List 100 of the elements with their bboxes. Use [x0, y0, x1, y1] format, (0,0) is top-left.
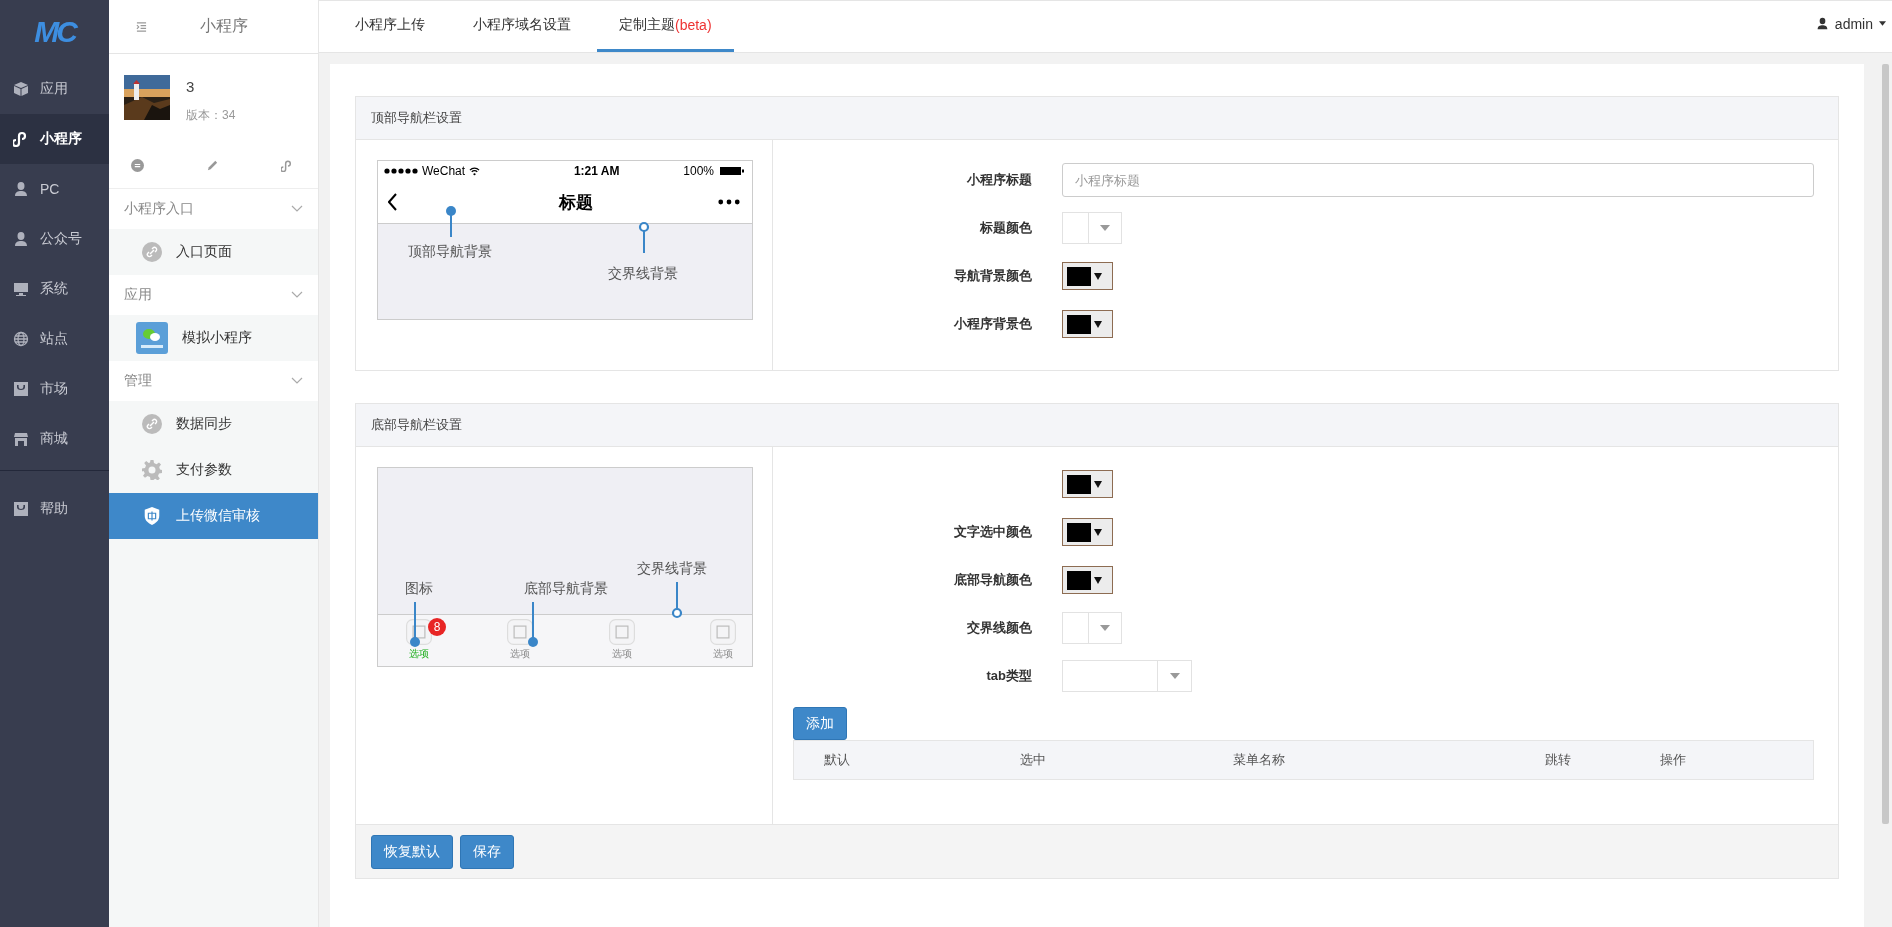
- battery-percent: 100%: [683, 164, 714, 178]
- nav-item[interactable]: 商城: [0, 414, 109, 464]
- sidebar-title: 小程序: [200, 16, 248, 36]
- caret-icon: [1100, 225, 1110, 231]
- leader-line: [409, 602, 421, 648]
- app-version: 版本：34: [186, 107, 236, 124]
- column-header: 菜单名称: [1233, 751, 1286, 769]
- tab-label[interactable]: 选项: [611, 647, 632, 661]
- caret-icon: [1094, 272, 1102, 280]
- action-button[interactable]: 恢复默认: [371, 834, 453, 869]
- cube-icon: [13, 81, 29, 97]
- nav-item[interactable]: 帮助: [0, 484, 109, 534]
- link-icon[interactable]: [281, 159, 294, 172]
- color-picker[interactable]: [1062, 566, 1113, 594]
- nav-item[interactable]: 小程序: [0, 114, 109, 164]
- menu-icon[interactable]: [136, 21, 147, 32]
- leader-line: [445, 205, 457, 237]
- color-picker[interactable]: [1062, 470, 1113, 498]
- link-icon: [142, 242, 162, 262]
- nav-item[interactable]: PC: [0, 164, 109, 214]
- shield-icon: [142, 506, 162, 526]
- bag-icon: [13, 501, 29, 517]
- caret-icon: [1879, 21, 1886, 26]
- field-label: 导航背景颜色: [953, 267, 1033, 285]
- field-label: tab类型: [985, 667, 1033, 685]
- input-field[interactable]: 小程序标题: [1062, 163, 1814, 197]
- list-icon[interactable]: [131, 159, 144, 172]
- caret-icon: [1169, 673, 1180, 679]
- sidebar-item[interactable]: 入口页面: [109, 229, 318, 275]
- caret-icon: [1094, 576, 1102, 584]
- nav-item[interactable]: 公众号: [0, 214, 109, 264]
- tab-icon: [507, 619, 534, 645]
- color-picker[interactable]: [1062, 310, 1113, 338]
- sidebar-item[interactable]: 模拟小程序: [109, 315, 318, 361]
- battery-icon: [720, 166, 744, 176]
- username: admin: [1834, 15, 1873, 32]
- app-name: 3: [186, 78, 196, 95]
- callout-label: 底部导航背景: [524, 580, 608, 598]
- section-title: 顶部导航栏设置: [371, 109, 462, 127]
- tab[interactable]: 小程序上传: [333, 1, 447, 52]
- add-button[interactable]: 添加: [793, 707, 847, 740]
- sidebar-item[interactable]: 上传微信审核: [109, 493, 318, 539]
- column-header: 选中: [1020, 751, 1047, 769]
- tab-label[interactable]: 选项: [510, 647, 531, 661]
- nav-item[interactable]: 市场: [0, 364, 109, 414]
- callout-label: 图标: [405, 580, 433, 598]
- tab[interactable]: 小程序域名设置: [451, 1, 593, 52]
- field-label: 小程序标题: [966, 171, 1033, 189]
- user-icon: [1815, 17, 1829, 30]
- tab-label[interactable]: 选项: [713, 647, 733, 661]
- leader-line: [527, 602, 539, 648]
- select-field[interactable]: [1062, 660, 1192, 692]
- wifi-icon: [469, 166, 481, 176]
- bag-icon: [13, 381, 29, 397]
- action-button[interactable]: 保存: [460, 834, 514, 869]
- nav-item[interactable]: 应用: [0, 64, 109, 114]
- caret-icon: [1094, 528, 1102, 536]
- group-header[interactable]: 管理: [109, 361, 318, 401]
- link-icon: [13, 131, 29, 147]
- section-title: 底部导航栏设置: [371, 416, 462, 434]
- sidebar-item[interactable]: 数据同步: [109, 401, 318, 447]
- group-title: 小程序入口: [124, 200, 194, 218]
- scrollbar[interactable]: [1882, 64, 1889, 824]
- color-picker[interactable]: [1062, 518, 1113, 546]
- status-time: 1:21 AM: [572, 164, 620, 178]
- globe-icon: [13, 331, 29, 347]
- signal-icon: [384, 168, 418, 174]
- chat-app-icon: [136, 322, 168, 354]
- user-icon: [13, 231, 29, 247]
- caret-icon: [1094, 320, 1102, 328]
- field-label: 底部导航颜色: [953, 571, 1033, 589]
- more-icon: [718, 199, 740, 205]
- gear-icon: [142, 460, 162, 480]
- callout-label: 交界线背景: [608, 265, 678, 283]
- field-label: 文字选中颜色: [953, 523, 1033, 541]
- column-header: 操作: [1660, 751, 1687, 769]
- monitor-icon: [13, 281, 29, 297]
- column-header: 跳转: [1545, 751, 1572, 769]
- pencil-icon[interactable]: [206, 159, 219, 172]
- user-icon: [13, 181, 29, 197]
- tab-icon: [608, 619, 635, 645]
- group-title: 管理: [124, 372, 152, 390]
- user-menu[interactable]: admin: [1815, 0, 1892, 52]
- caret-icon: [1094, 480, 1102, 488]
- carrier-name: WeChat: [422, 164, 466, 178]
- field-label: 小程序背景色: [953, 315, 1033, 333]
- callout-label: 交界线背景: [637, 560, 707, 578]
- callout-label: 顶部导航背景: [408, 243, 492, 261]
- field-label: 交界线颜色: [966, 619, 1033, 637]
- sidebar-item[interactable]: 支付参数: [109, 447, 318, 493]
- color-picker[interactable]: [1062, 262, 1113, 290]
- nav-item[interactable]: 站点: [0, 314, 109, 364]
- nav-title: 标题: [557, 191, 593, 214]
- column-header: 默认: [824, 751, 851, 769]
- group-header[interactable]: 小程序入口: [109, 189, 318, 229]
- link-icon: [142, 414, 162, 434]
- store-icon: [13, 431, 29, 447]
- group-header[interactable]: 应用: [109, 275, 318, 315]
- nav-item[interactable]: 系统: [0, 264, 109, 314]
- caret-icon: [1100, 625, 1110, 631]
